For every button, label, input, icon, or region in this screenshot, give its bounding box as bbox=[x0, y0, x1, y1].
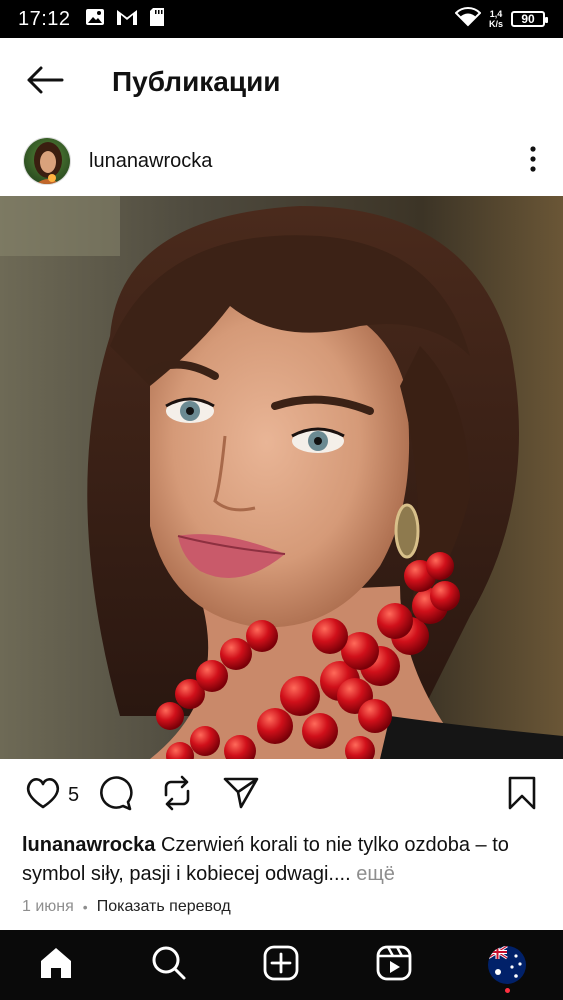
home-icon bbox=[38, 945, 74, 986]
bookmark-icon bbox=[507, 776, 537, 815]
profile-avatar bbox=[487, 946, 526, 984]
status-time: 17:12 bbox=[18, 7, 71, 30]
network-speed-value: 1,4 bbox=[489, 9, 503, 19]
nav-search[interactable] bbox=[139, 935, 199, 995]
post-date: 1 июня bbox=[22, 898, 74, 915]
reels-icon bbox=[376, 945, 412, 986]
more-options-button[interactable] bbox=[503, 131, 563, 191]
save-button[interactable] bbox=[507, 776, 537, 815]
comment-icon bbox=[97, 775, 133, 816]
post-meta: 1 июня • Показать перевод bbox=[22, 898, 231, 916]
nav-create[interactable] bbox=[251, 935, 311, 995]
caption-username[interactable]: lunanawrocka bbox=[22, 834, 155, 856]
nav-home[interactable] bbox=[26, 935, 86, 995]
more-vertical-icon bbox=[529, 145, 537, 178]
search-icon bbox=[151, 945, 187, 986]
show-translation-link[interactable]: Показать перевод bbox=[97, 898, 231, 916]
post-author-row: lunanawrocka bbox=[0, 126, 563, 196]
image-icon bbox=[85, 8, 105, 31]
notification-dot bbox=[504, 988, 510, 993]
repost-icon bbox=[161, 775, 193, 816]
repost-button[interactable] bbox=[161, 775, 193, 816]
send-icon bbox=[223, 776, 259, 815]
back-button[interactable] bbox=[0, 38, 90, 126]
heart-icon bbox=[24, 776, 62, 815]
post-photo[interactable] bbox=[0, 196, 563, 759]
separator-dot: • bbox=[82, 899, 88, 915]
arrow-left-icon bbox=[26, 65, 64, 100]
create-icon bbox=[263, 945, 299, 986]
nav-reels[interactable] bbox=[364, 935, 424, 995]
post-actions: 5 bbox=[0, 759, 563, 831]
author-username[interactable]: lunanawrocka bbox=[89, 150, 212, 173]
page-title: Публикации bbox=[112, 66, 281, 97]
post-caption: lunanawrocka Czerwień korali to nie tylk… bbox=[22, 831, 542, 889]
share-button[interactable] bbox=[223, 776, 259, 815]
header: Публикации bbox=[0, 38, 563, 126]
caption-more-link[interactable]: ещё bbox=[351, 863, 395, 885]
status-notification-icons bbox=[85, 7, 165, 32]
nav-profile[interactable] bbox=[477, 935, 537, 995]
battery-icon: 90 bbox=[511, 11, 548, 27]
network-speed-unit: K/s bbox=[488, 19, 503, 29]
author-avatar[interactable] bbox=[23, 137, 71, 185]
bottom-navigation bbox=[0, 930, 563, 1000]
wifi-icon bbox=[454, 6, 482, 32]
sd-card-icon bbox=[149, 7, 165, 32]
network-speed: 1,4 K/s bbox=[489, 9, 503, 29]
comment-button[interactable] bbox=[97, 775, 133, 816]
status-bar: 17:12 1,4 K/s 90 bbox=[0, 0, 563, 38]
status-system-icons: 1,4 K/s 90 bbox=[454, 6, 548, 32]
like-count[interactable]: 5 bbox=[68, 784, 79, 807]
like-button[interactable] bbox=[24, 776, 62, 815]
battery-level: 90 bbox=[521, 12, 535, 26]
gmail-icon bbox=[115, 8, 139, 31]
